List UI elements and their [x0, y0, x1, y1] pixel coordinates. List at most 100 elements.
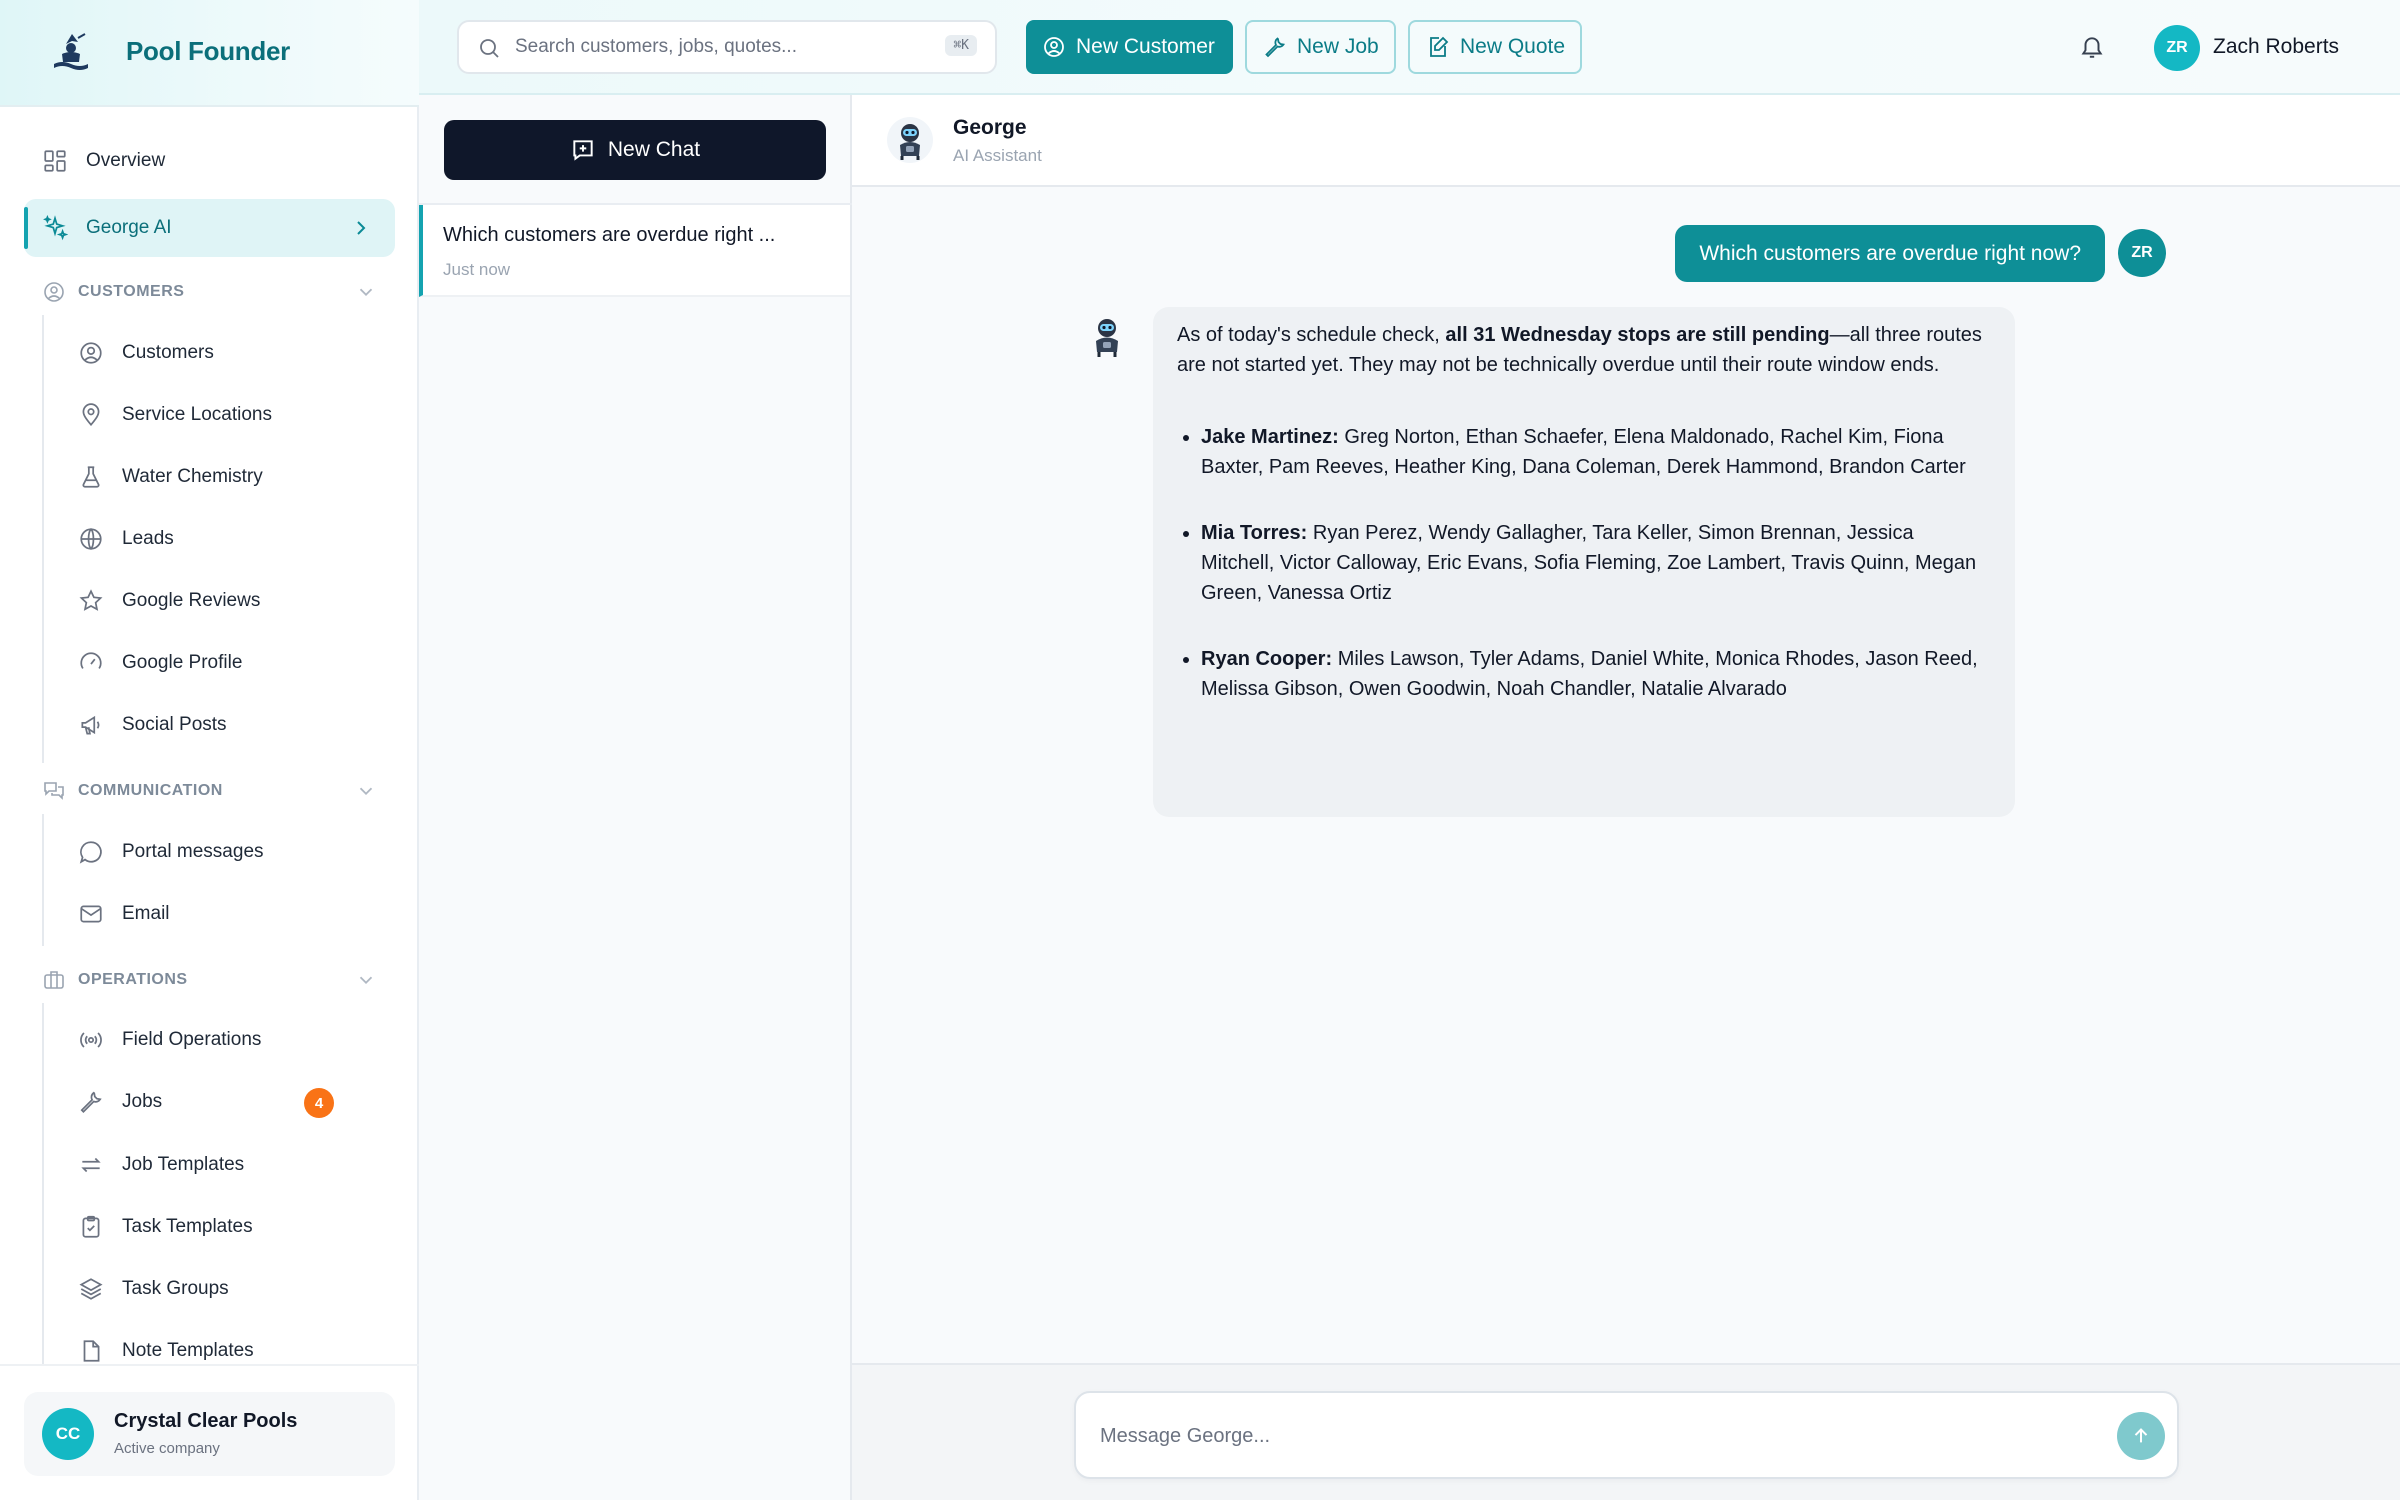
sidebar-item-google-profile[interactable]: Google Profile [78, 638, 378, 688]
chevron-down-icon [359, 787, 373, 796]
message-composer[interactable] [1074, 1391, 2179, 1479]
message-circle-icon [79, 841, 102, 864]
sidebar-item-label: Note Templates [122, 1340, 254, 1361]
jobs-count-badge: 4 [304, 1088, 334, 1118]
top-bar: ⌘K New Customer New Job New Quote ZR Zac… [419, 0, 2400, 95]
sidebar-item-task-templates[interactable]: Task Templates [78, 1202, 378, 1252]
sidebar-item-overview[interactable]: Overview [42, 136, 392, 186]
sidebar-item-leads[interactable]: Leads [78, 514, 378, 564]
section-label: CUSTOMERS [78, 283, 185, 300]
sidebar-item-label: George AI [86, 217, 172, 238]
chevron-right-icon [357, 221, 366, 235]
sidebar-item-portal-messages[interactable]: Portal messages [78, 827, 378, 877]
route-tech: Mia Torres: [1201, 522, 1308, 544]
user-avatar[interactable]: ZR [2154, 25, 2200, 71]
sidebar-item-social-posts[interactable]: Social Posts [78, 700, 378, 750]
send-button[interactable] [2117, 1412, 2165, 1460]
sidebar-item-george-ai[interactable]: George AI [24, 199, 395, 257]
sidebar-item-label: Jobs [122, 1091, 163, 1112]
pool-founder-logo-icon [54, 33, 88, 70]
repeat-icon [81, 1157, 101, 1173]
chat-bubbles-icon [44, 782, 64, 800]
sidebar-item-label: Task Templates [122, 1216, 253, 1237]
search-input[interactable] [515, 32, 915, 62]
route-tech: Ryan Cooper: [1201, 648, 1333, 670]
user-circle-icon [1044, 37, 1064, 57]
bell-icon[interactable] [2079, 34, 2105, 60]
wrench-icon [1265, 37, 1285, 58]
sidebar-item-label: Service Locations [122, 404, 272, 425]
button-label: New Chat [607, 138, 701, 161]
section-guide-line [42, 1003, 44, 1365]
reply-intro-text: As of today's schedule check, [1177, 324, 1446, 346]
conversation-list-panel: New Chat Which customers are overdue rig… [419, 95, 852, 1500]
brand-header: Pool Founder [0, 0, 419, 107]
sidebar-item-label: Google Reviews [122, 590, 261, 611]
sidebar-item-task-groups[interactable]: Task Groups [78, 1264, 378, 1314]
sidebar-nav: Overview George AI CUSTOMERS Customers S… [0, 107, 419, 1365]
sidebar-item-email[interactable]: Email [78, 889, 378, 939]
conversation-item[interactable]: Which customers are overdue right ... Ju… [419, 205, 850, 297]
message-plus-icon [573, 140, 593, 161]
user-circle-icon [44, 282, 64, 302]
conversation-title: Which customers are overdue right ... [443, 224, 776, 246]
company-avatar: CC [42, 1408, 94, 1460]
sidebar-item-customers[interactable]: Customers [78, 328, 378, 378]
route-customers: Ryan Perez, Wendy Gallagher, Tara Keller… [1201, 522, 1977, 604]
brand-name[interactable]: Pool Founder [126, 36, 290, 67]
company-switcher[interactable]: CC Crystal Clear Pools Active company [24, 1392, 395, 1476]
new-chat-button[interactable]: New Chat [444, 120, 826, 180]
arrow-up-icon [2134, 1428, 2148, 1443]
megaphone-icon [81, 715, 100, 735]
sidebar-item-label: Job Templates [122, 1154, 245, 1175]
list-item: Mia Torres: Ryan Perez, Wendy Gallagher,… [1201, 518, 1987, 608]
composer-area [852, 1363, 2400, 1500]
sidebar-item-label: Portal messages [122, 841, 264, 862]
new-customer-button[interactable]: New Customer [1026, 20, 1233, 74]
sparkles-icon [43, 215, 68, 241]
route-list: Jake Martinez: Greg Norton, Ethan Schaef… [1201, 422, 1987, 704]
sidebar-item-label: Overview [86, 150, 166, 171]
sidebar-item-label: Leads [122, 528, 174, 549]
flask-icon [82, 466, 100, 488]
assistant-name: George [953, 116, 1027, 139]
clipboard-icon [82, 1215, 100, 1238]
section-guide-line [42, 814, 44, 946]
sidebar-item-note-templates[interactable]: Note Templates [78, 1326, 378, 1365]
sidebar-item-job-templates[interactable]: Job Templates [78, 1140, 378, 1190]
company-status: Active company [114, 1440, 220, 1457]
user-message-bubble: Which customers are overdue right now? [1675, 225, 2105, 282]
search-icon [480, 39, 499, 58]
wrench-icon [80, 1091, 102, 1113]
layers-icon [79, 1278, 103, 1300]
sidebar-item-google-reviews[interactable]: Google Reviews [78, 576, 378, 626]
mail-icon [80, 905, 102, 923]
message-input[interactable] [1100, 1419, 2080, 1453]
sidebar-item-label: Water Chemistry [122, 466, 263, 487]
briefcase-icon [44, 971, 64, 989]
route-tech: Jake Martinez: [1201, 426, 1339, 448]
map-pin-icon [82, 403, 100, 427]
grid-icon [44, 150, 66, 172]
section-operations[interactable]: OPERATIONS [42, 964, 377, 996]
shortcut-hint: ⌘K [945, 35, 977, 56]
sidebar-item-label: Field Operations [122, 1029, 262, 1050]
sidebar-item-field-operations[interactable]: Field Operations [78, 1015, 378, 1065]
reply-intro: As of today's schedule check, all 31 Wed… [1177, 320, 1987, 380]
sidebar: Pool Founder Overview George AI CUSTOMER… [0, 0, 419, 1500]
new-quote-button[interactable]: New Quote [1408, 20, 1582, 74]
new-job-button[interactable]: New Job [1245, 20, 1396, 74]
sidebar-item-label: Task Groups [122, 1278, 229, 1299]
assistant-reply-content: As of today's schedule check, all 31 Wed… [1177, 320, 1987, 704]
user-name[interactable]: Zach Roberts [2213, 35, 2339, 59]
reply-intro-highlight: all 31 Wednesday stops are still pending [1445, 324, 1830, 346]
sidebar-item-service-locations[interactable]: Service Locations [78, 390, 378, 440]
section-communication[interactable]: COMMUNICATION [42, 775, 377, 807]
section-customers[interactable]: CUSTOMERS [42, 276, 377, 308]
star-icon [79, 589, 103, 611]
sidebar-item-water-chemistry[interactable]: Water Chemistry [78, 452, 378, 502]
divider [0, 1364, 419, 1366]
button-label: New Job [1297, 35, 1379, 58]
assistant-role: AI Assistant [953, 146, 1042, 165]
global-search[interactable]: ⌘K [457, 20, 997, 74]
